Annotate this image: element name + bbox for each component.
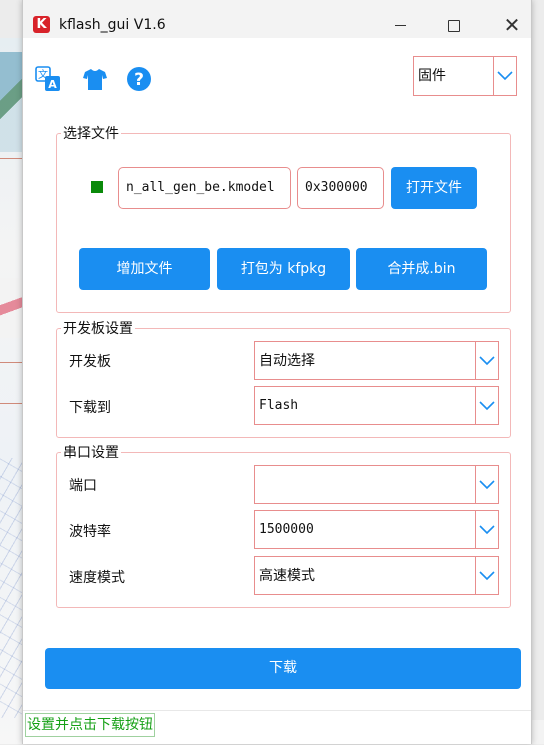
serial-group: 串口设置 端口 波特率 1500000 速度模式 高速模式 (56, 444, 511, 608)
board-select[interactable]: 自动选择 (254, 341, 499, 380)
title-bar[interactable]: K kflash_gui V1.6 ✕ (23, 0, 531, 38)
close-icon: ✕ (503, 13, 521, 37)
svg-text:?: ? (134, 70, 144, 90)
chevron-down-icon (475, 466, 498, 503)
speed-mode-select[interactable]: 高速模式 (254, 556, 499, 595)
background-network-graphic (0, 458, 22, 718)
svg-text:A: A (48, 78, 57, 91)
shirt-icon[interactable] (82, 66, 108, 92)
close-button[interactable]: ✕ (499, 14, 525, 36)
app-logo-icon: K (33, 16, 50, 33)
download-to-select-value: Flash (259, 398, 299, 413)
speed-mode-label: 速度模式 (69, 570, 125, 586)
board-label: 开发板 (69, 354, 111, 370)
download-button[interactable]: 下载 (45, 648, 521, 689)
mode-select[interactable]: 固件 (413, 56, 517, 96)
board-select-value: 自动选择 (259, 353, 315, 369)
chevron-down-icon (475, 342, 498, 379)
baud-select[interactable]: 1500000 (254, 510, 499, 549)
download-to-select[interactable]: Flash (254, 386, 499, 425)
file-group-title: 选择文件 (61, 125, 121, 143)
background-divider (0, 158, 22, 159)
download-to-label: 下载到 (69, 400, 111, 416)
window-title: kflash_gui V1.6 (59, 17, 166, 33)
board-group: 开发板设置 开发板 自动选择 下载到 Flash (56, 320, 511, 438)
port-label: 端口 (69, 478, 97, 494)
file-status-indicator (91, 181, 103, 193)
minimize-icon (394, 24, 406, 27)
add-file-button[interactable]: 增加文件 (79, 248, 210, 290)
mode-select-value: 固件 (418, 68, 446, 84)
maximize-icon (448, 20, 460, 32)
merge-bin-button[interactable]: 合并成.bin (356, 248, 487, 290)
serial-group-title: 串口设置 (61, 444, 121, 462)
chevron-down-icon (493, 57, 516, 95)
main-content: 文 A ? 固件 选择文件 n_all_gen_be.kmodel 0x3000… (23, 38, 531, 744)
maximize-button[interactable] (441, 14, 467, 36)
background-graphic (0, 52, 22, 152)
file-group: 选择文件 n_all_gen_be.kmodel 0x300000 打开文件 增… (56, 125, 511, 313)
chevron-down-icon (475, 557, 498, 594)
file-path-input[interactable]: n_all_gen_be.kmodel (118, 167, 291, 209)
address-input[interactable]: 0x300000 (297, 167, 384, 209)
port-select[interactable] (254, 465, 499, 504)
help-icon[interactable]: ? (126, 66, 152, 92)
board-group-title: 开发板设置 (61, 320, 135, 338)
chevron-down-icon (475, 387, 498, 424)
baud-label: 波特率 (69, 524, 111, 540)
chevron-down-icon (475, 511, 498, 548)
status-message: 设置并点击下载按钮 (25, 713, 155, 737)
baud-select-value: 1500000 (259, 522, 314, 537)
open-file-button[interactable]: 打开文件 (391, 167, 477, 209)
background-graphic (0, 278, 22, 338)
pack-kfpkg-button[interactable]: 打包为 kfpkg (217, 248, 350, 290)
background-divider (0, 362, 22, 363)
minimize-button[interactable] (387, 14, 413, 36)
background-app (0, 38, 23, 744)
kflash-window: K kflash_gui V1.6 ✕ 文 A ? 固件 选择文件 n_all_… (22, 0, 532, 744)
background-divider (0, 403, 22, 404)
speed-mode-select-value: 高速模式 (259, 568, 315, 584)
translate-icon[interactable]: 文 A (35, 66, 61, 92)
